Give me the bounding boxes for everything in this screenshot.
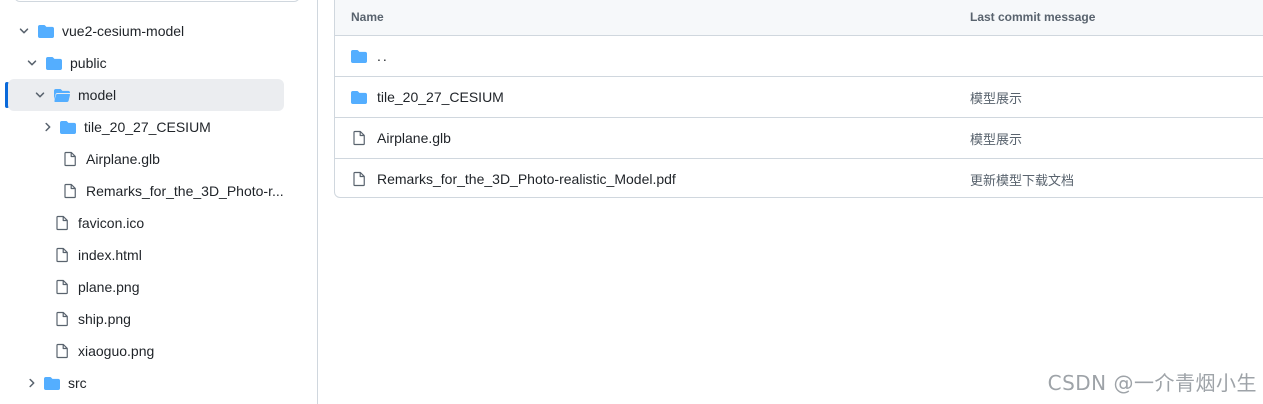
table-row[interactable]: Airplane.glb 模型展示 xyxy=(335,118,1263,159)
file-tree: vue2-cesium-model public model tile_20_2… xyxy=(0,0,318,404)
tree-item-label: model xyxy=(78,87,117,103)
tree-item-ship-png[interactable]: ship.png xyxy=(8,303,284,335)
tree-item-model[interactable]: model xyxy=(8,79,284,111)
tree-item-xiaoguo-png[interactable]: xiaoguo.png xyxy=(8,335,284,367)
tree-item-public[interactable]: public xyxy=(8,47,284,79)
file-icon xyxy=(351,130,367,146)
watermark: CSDN @一介青烟小生 xyxy=(1047,371,1257,395)
tree-item-label: tile_20_27_CESIUM xyxy=(84,119,211,135)
file-icon xyxy=(54,215,70,231)
file-icon xyxy=(62,151,78,167)
tree-item-favicon-ico[interactable]: favicon.ico xyxy=(8,207,284,239)
file-table: Name Last commit message .. tile_20_27_C… xyxy=(334,0,1263,198)
tree-item-label: index.html xyxy=(78,247,142,263)
tree-item-label: xiaoguo.png xyxy=(78,343,155,359)
chevron-right-icon[interactable] xyxy=(24,375,40,391)
tree-item-index-html[interactable]: index.html xyxy=(8,239,284,271)
folder-icon xyxy=(351,89,367,105)
file-name-link[interactable]: tile_20_27_CESIUM xyxy=(377,89,504,105)
tree-item-label: vue2-cesium-model xyxy=(62,23,185,39)
chevron-right-icon[interactable] xyxy=(40,119,56,135)
folder-icon xyxy=(60,119,76,135)
tree-item-tile-20-27-cesium[interactable]: tile_20_27_CESIUM xyxy=(8,111,284,143)
tree-item-label: ship.png xyxy=(78,311,131,327)
file-icon xyxy=(54,279,70,295)
chevron-down-icon[interactable] xyxy=(16,23,32,39)
column-header-name[interactable]: Name xyxy=(351,10,384,24)
folder-open-icon xyxy=(54,87,70,103)
file-name-link[interactable]: .. xyxy=(377,48,389,64)
file-icon xyxy=(54,311,70,327)
tree-item-label: plane.png xyxy=(78,279,140,295)
chevron-down-icon[interactable] xyxy=(32,87,48,103)
chevron-down-icon[interactable] xyxy=(24,55,40,71)
folder-icon xyxy=(44,375,60,391)
column-header-last-commit: Last commit message xyxy=(970,10,1096,24)
table-row[interactable]: Remarks_for_the_3D_Photo-realistic_Model… xyxy=(335,159,1263,197)
folder-icon xyxy=(38,23,54,39)
file-icon xyxy=(54,247,70,263)
commit-message[interactable]: 更新模型下载文档 xyxy=(970,159,1074,197)
tree-item-remarks-pdf[interactable]: Remarks_for_the_3D_Photo-r... xyxy=(8,175,284,207)
file-name-link[interactable]: Airplane.glb xyxy=(377,130,451,146)
tree-item-label: favicon.ico xyxy=(78,215,145,231)
file-icon xyxy=(62,183,78,199)
file-icon xyxy=(54,343,70,359)
folder-icon xyxy=(46,55,62,71)
tree-item-airplane-glb[interactable]: Airplane.glb xyxy=(8,143,284,175)
tree-item-vue2-cesium-model[interactable]: vue2-cesium-model xyxy=(8,15,284,47)
commit-message[interactable]: 模型展示 xyxy=(970,118,1022,158)
tree-item-label: public xyxy=(70,55,107,71)
file-icon xyxy=(351,171,367,187)
tree-item-src[interactable]: src xyxy=(8,367,284,399)
file-name-link[interactable]: Remarks_for_the_3D_Photo-realistic_Model… xyxy=(377,171,676,187)
commit-message[interactable]: 模型展示 xyxy=(970,77,1022,117)
search-input[interactable] xyxy=(14,0,300,2)
table-row-parent[interactable]: .. xyxy=(335,36,1263,77)
tree-item-label: src xyxy=(68,375,87,391)
table-header: Name Last commit message xyxy=(335,0,1263,36)
tree-item-plane-png[interactable]: plane.png xyxy=(8,271,284,303)
table-row[interactable]: tile_20_27_CESIUM 模型展示 xyxy=(335,77,1263,118)
tree-item-label: Remarks_for_the_3D_Photo-r... xyxy=(86,183,284,199)
folder-icon xyxy=(351,48,367,64)
tree-item-label: Airplane.glb xyxy=(86,151,160,167)
